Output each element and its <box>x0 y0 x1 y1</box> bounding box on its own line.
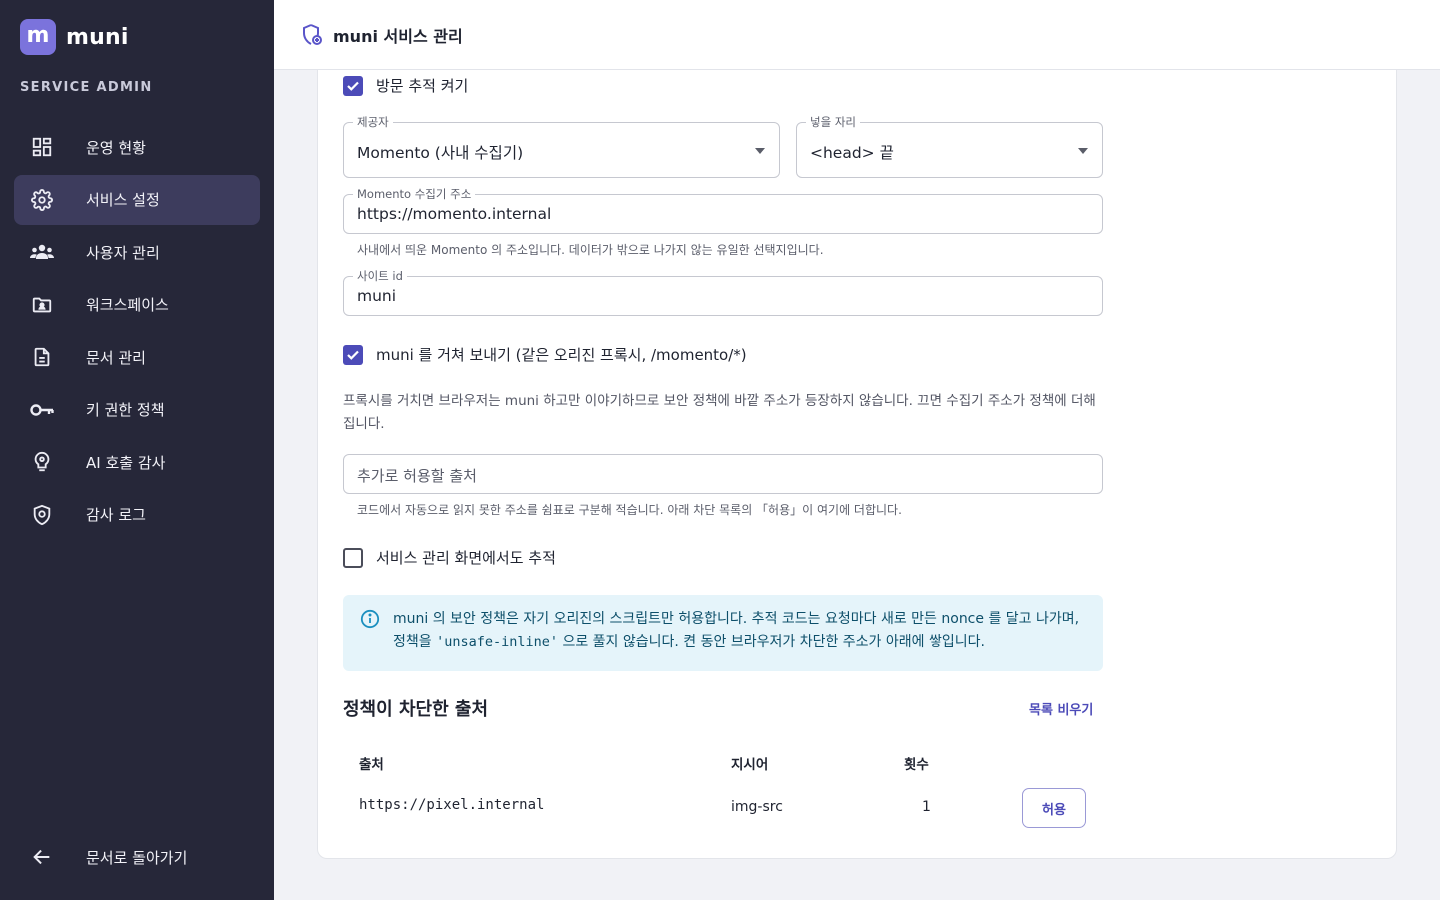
row-directive: img-src <box>731 799 783 815</box>
sidebar-item-label: 워크스페이스 <box>86 296 169 314</box>
sidebar-item-label: 감사 로그 <box>86 506 146 524</box>
row-source: https://pixel.internal <box>359 797 545 813</box>
top-header: muni 서비스 관리 <box>274 0 1440 70</box>
page-title: muni 서비스 관리 <box>333 26 463 46</box>
shield-settings-icon <box>300 23 324 47</box>
sidebar: m muni SERVICE ADMIN 운영 현황 서비스 설정 사용자 관리 <box>0 0 274 900</box>
row-count: 1 <box>922 799 931 815</box>
info-text-part: 으로 풀지 않습니다. 켠 동안 브라우저가 차단한 주소가 아래에 쌓입니다. <box>558 634 985 650</box>
document-icon <box>28 343 56 371</box>
admin-tracking-checkbox[interactable]: 서비스 관리 화면에서도 추적 <box>343 547 556 568</box>
sidebar-item-label: 키 권한 정책 <box>86 401 165 419</box>
sidebar-item-users[interactable]: 사용자 관리 <box>14 227 260 277</box>
site-id-input[interactable]: 사이트 id muni <box>343 269 1103 316</box>
chevron-down-icon <box>755 148 765 154</box>
collector-address-label: Momento 수집기 주소 <box>353 187 476 201</box>
extra-origins-input[interactable]: 추가로 허용할 출처 <box>343 454 1103 494</box>
extra-origins-helper-text: 코드에서 자동으로 읽지 못한 주소를 쉼표로 구분해 적습니다. 아래 차단 … <box>357 503 902 517</box>
checkbox-unchecked-icon <box>343 547 363 568</box>
clear-list-button[interactable]: 목록 비우기 <box>1029 699 1093 718</box>
enable-tracking-label: 방문 추적 켜기 <box>376 77 469 95</box>
site-id-value: muni <box>357 287 397 305</box>
users-icon <box>28 238 56 266</box>
collector-helper-text: 사내에서 띄운 Momento 의 주소입니다. 데이터가 밖으로 나가지 않는… <box>357 243 824 257</box>
sidebar-item-ai-audit[interactable]: AI 호출 감사 <box>14 437 260 487</box>
provider-value: Momento (사내 수집기) <box>357 144 524 162</box>
chevron-down-icon <box>1078 148 1088 154</box>
placement-label: 넣을 자리 <box>806 115 860 129</box>
sidebar-item-service-settings[interactable]: 서비스 설정 <box>14 174 260 225</box>
site-id-label: 사이트 id <box>353 269 407 283</box>
csp-info-alert: muni 의 보안 정책은 자기 오리진의 스크립트만 허용합니다. 추적 코드… <box>343 595 1103 671</box>
info-code: 'unsafe-inline' <box>436 634 559 650</box>
checkbox-checked-icon <box>343 344 363 365</box>
brand-name: muni <box>66 24 129 50</box>
blocked-section-title: 정책이 차단한 출처 <box>343 699 489 720</box>
back-to-documents-link[interactable]: 문서로 돌아가기 <box>14 832 260 882</box>
arrow-left-icon <box>28 843 56 871</box>
checkbox-checked-icon <box>343 75 363 96</box>
brain-icon <box>28 448 56 476</box>
sidebar-item-workspaces[interactable]: 워크스페이스 <box>14 280 260 330</box>
proxy-checkbox[interactable]: muni 를 거쳐 보내기 (같은 오리진 프록시, /momento/*) <box>343 344 747 365</box>
back-label: 문서로 돌아가기 <box>86 848 188 867</box>
allow-button[interactable]: 허용 <box>1022 788 1086 828</box>
placement-value: <head> 끝 <box>810 144 894 162</box>
sidebar-item-label: 운영 현황 <box>86 138 146 157</box>
extra-origins-placeholder: 추가로 허용할 출처 <box>357 467 477 485</box>
sidebar-item-label: 서비스 설정 <box>86 191 160 209</box>
sidebar-item-audit-log[interactable]: 감사 로그 <box>14 490 260 540</box>
sidebar-section-label: SERVICE ADMIN <box>20 80 153 95</box>
sidebar-item-documents[interactable]: 문서 관리 <box>14 332 260 382</box>
provider-label: 제공자 <box>353 115 393 129</box>
admin-tracking-label: 서비스 관리 화면에서도 추적 <box>376 549 556 567</box>
proxy-label: muni 를 거쳐 보내기 (같은 오리진 프록시, /momento/*) <box>376 346 747 364</box>
sidebar-item-label: AI 호출 감사 <box>86 453 166 472</box>
gear-icon <box>28 186 56 214</box>
sidebar-nav: 운영 현황 서비스 설정 사용자 관리 워크스페이스 문서 관리 키 권한 정책… <box>14 122 260 542</box>
info-icon <box>360 609 380 629</box>
enable-tracking-checkbox[interactable]: 방문 추적 켜기 <box>343 75 468 96</box>
column-header-source: 출처 <box>359 757 384 773</box>
sidebar-item-key-policy[interactable]: 키 권한 정책 <box>14 385 260 435</box>
folder-user-icon <box>28 291 56 319</box>
brand-logo: m <box>20 19 56 55</box>
collector-address-value: https://momento.internal <box>357 205 552 223</box>
csp-info-text: muni 의 보안 정책은 자기 오리진의 스크립트만 허용합니다. 추적 코드… <box>393 608 1089 654</box>
dashboard-icon <box>28 133 56 161</box>
column-header-count: 횟수 <box>904 757 929 773</box>
collector-address-input[interactable]: Momento 수집기 주소 https://momento.internal <box>343 187 1103 234</box>
sidebar-item-label: 사용자 관리 <box>86 243 160 262</box>
shield-icon <box>28 501 56 529</box>
placement-select[interactable]: 넣을 자리 <head> 끝 <box>796 115 1103 178</box>
column-header-directive: 지시어 <box>731 757 769 773</box>
key-icon <box>28 396 56 424</box>
proxy-description: 프록시를 거치면 브라우저는 muni 하고만 이야기하므로 보안 정책에 바깥… <box>343 393 1096 432</box>
sidebar-item-label: 문서 관리 <box>86 348 146 367</box>
sidebar-item-dashboard[interactable]: 운영 현황 <box>14 122 260 172</box>
provider-select[interactable]: 제공자 Momento (사내 수집기) <box>343 115 780 178</box>
settings-card: 방문 추적 켜기 제공자 Momento (사내 수집기) 넣을 자리 <hea… <box>317 70 1397 859</box>
brand[interactable]: m muni <box>20 19 129 55</box>
